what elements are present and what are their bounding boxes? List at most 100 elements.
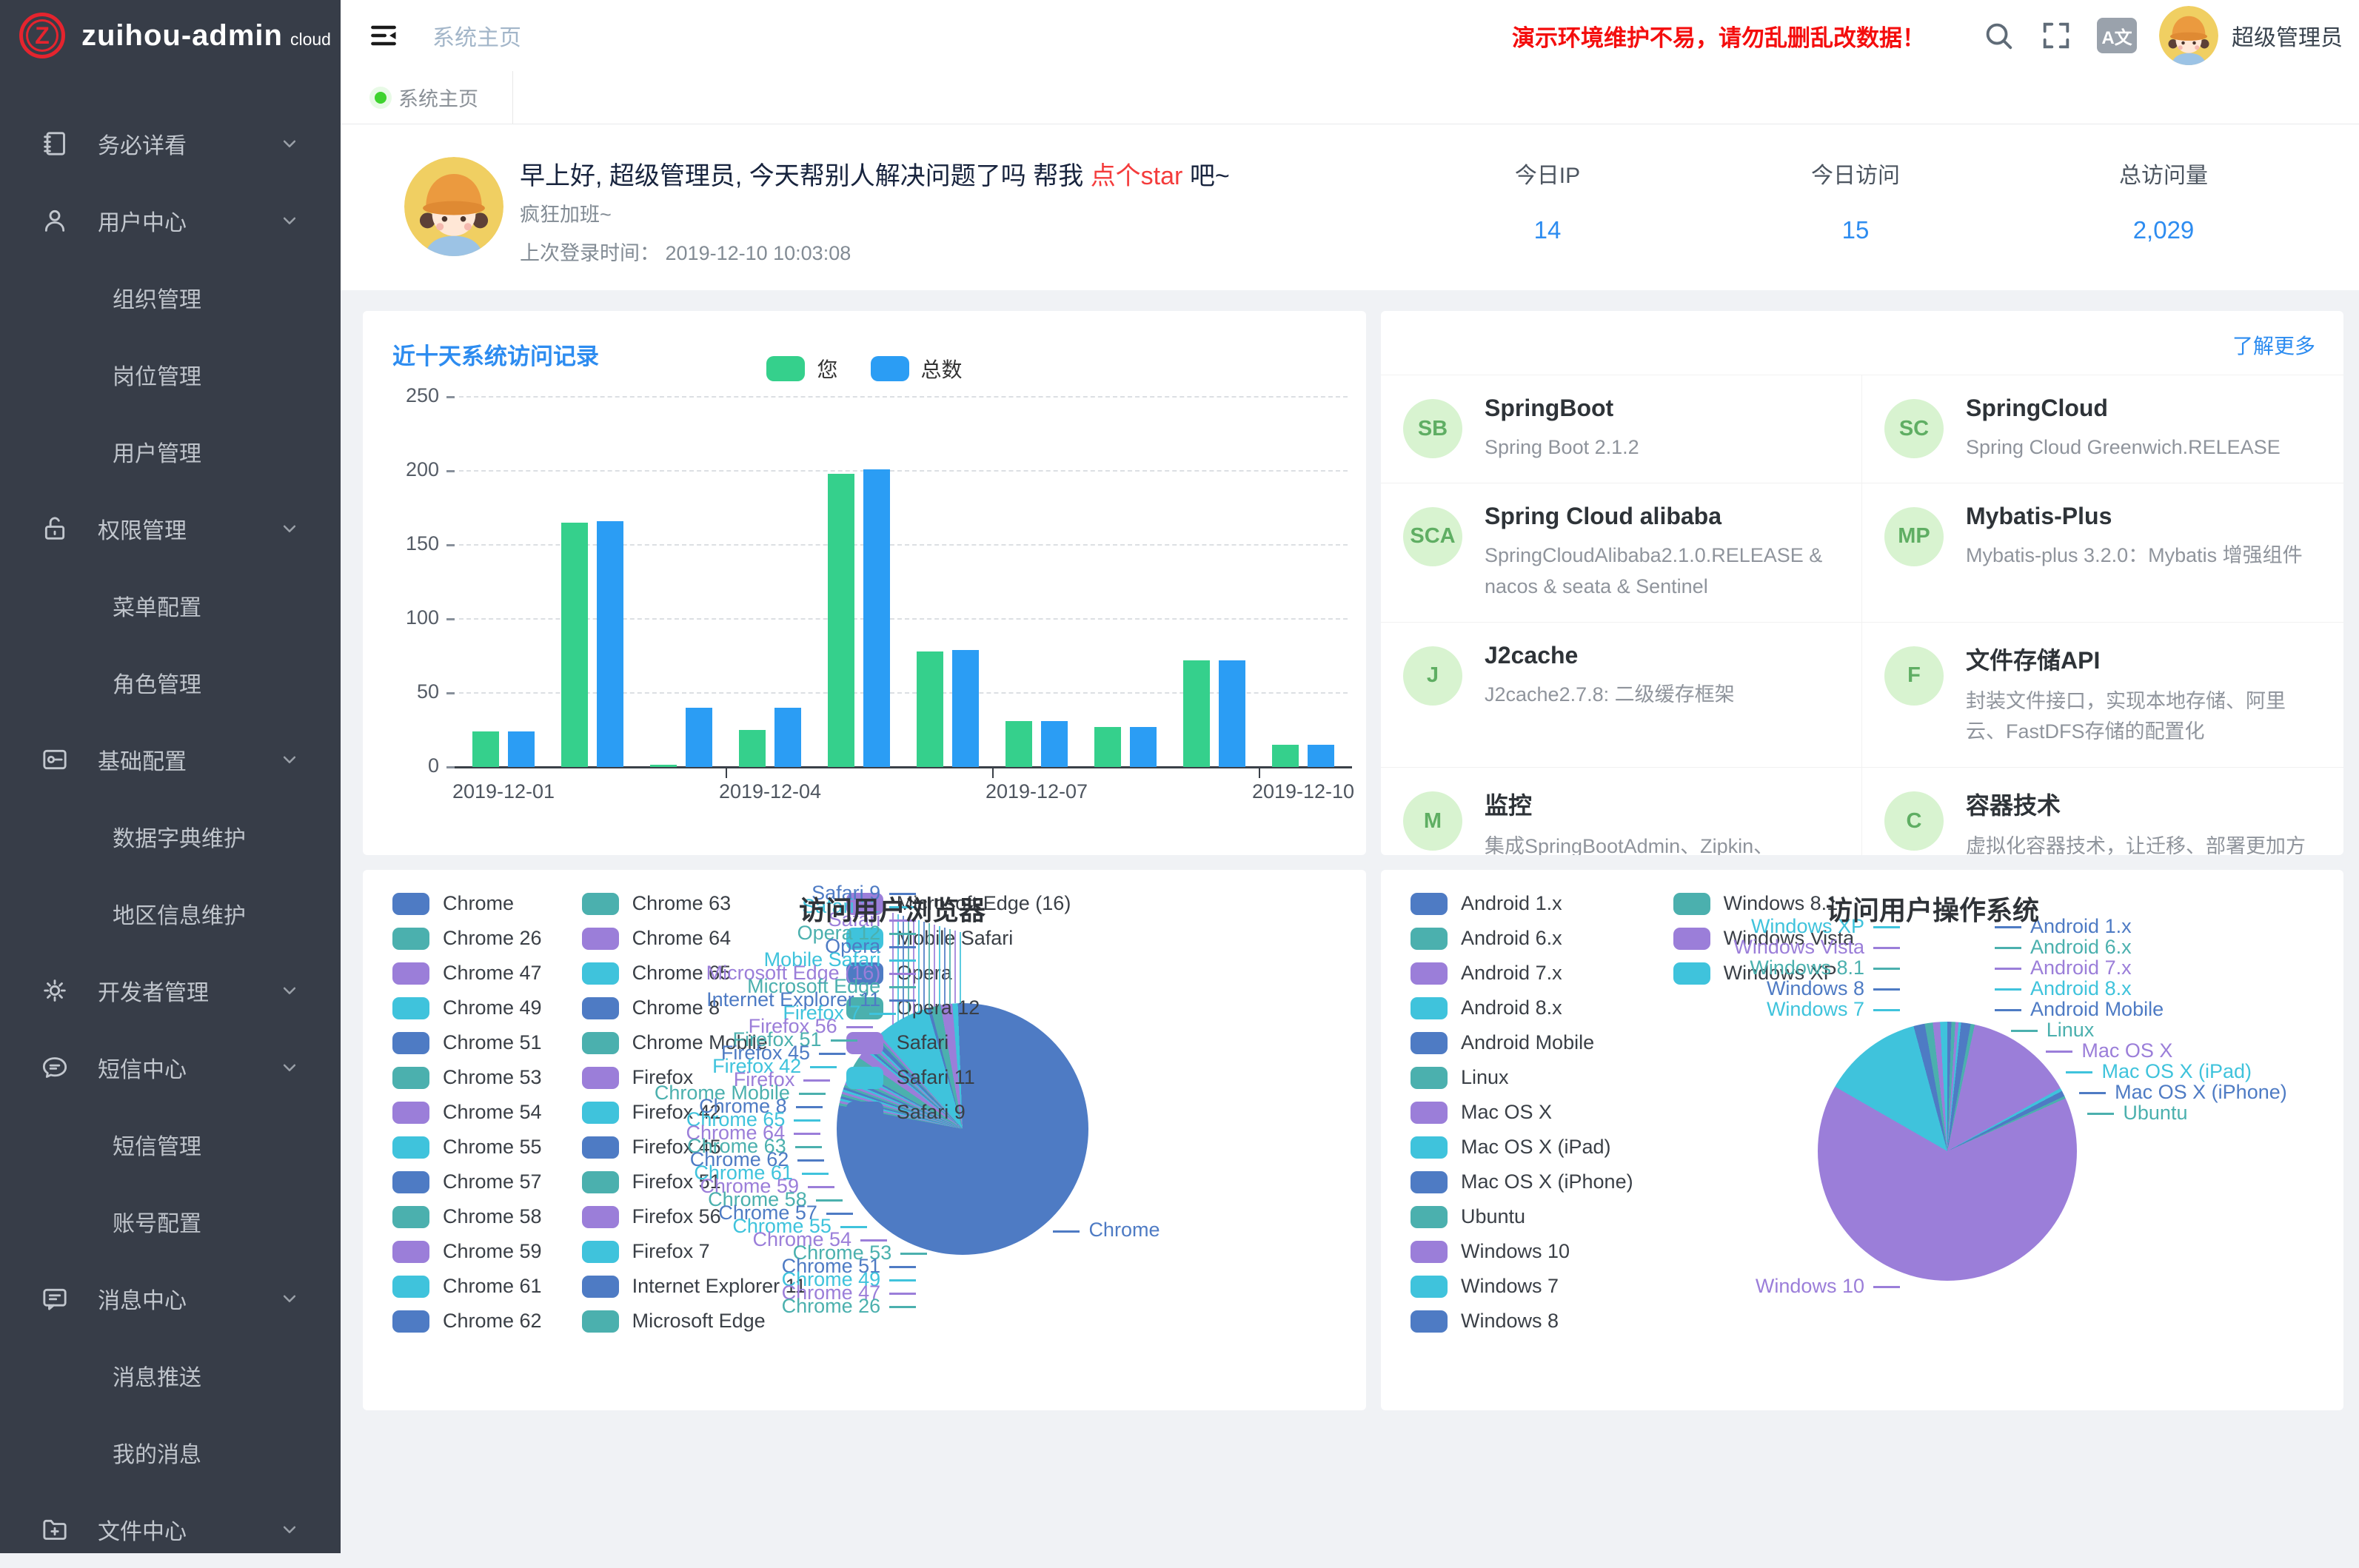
sidebar-item[interactable]: 我的消息 bbox=[0, 1414, 341, 1491]
legend-item[interactable]: Android Mobile bbox=[1411, 1031, 1633, 1054]
legend-item[interactable]: Android 6.x bbox=[1411, 927, 1633, 950]
legend-item[interactable]: Chrome 54 bbox=[392, 1101, 542, 1124]
legend-item[interactable]: Chrome 51 bbox=[392, 1031, 542, 1054]
legend-item[interactable]: Chrome 49 bbox=[392, 996, 542, 1019]
tech-card-desc: Spring Boot 2.1.2 bbox=[1485, 432, 1639, 463]
legend-swatch bbox=[1411, 1206, 1448, 1228]
bar-2019-12-10-总数[interactable] bbox=[1308, 745, 1334, 767]
legend-swatch bbox=[392, 1310, 429, 1333]
search-icon[interactable] bbox=[1981, 19, 2015, 53]
legend-item[interactable]: Mac OS X (iPhone) bbox=[1411, 1170, 1633, 1193]
bar-2019-12-09-总数[interactable] bbox=[1219, 660, 1245, 767]
sidebar-item[interactable]: 文件中心 bbox=[0, 1491, 341, 1568]
legend-item[interactable]: Android 1.x bbox=[1411, 892, 1633, 915]
bar-2019-12-07-总数[interactable] bbox=[1041, 721, 1068, 767]
legend-item[interactable]: Mac OS X (iPad) bbox=[1411, 1136, 1633, 1159]
bar-2019-12-06-总数[interactable] bbox=[952, 650, 979, 767]
legend-item[interactable]: Chrome 53 bbox=[392, 1066, 542, 1089]
legend-item[interactable]: Ubuntu bbox=[1411, 1205, 1633, 1228]
legend-item[interactable]: Chrome 62 bbox=[392, 1310, 542, 1333]
legend-label: Microsoft Edge bbox=[632, 1310, 766, 1333]
legend-item[interactable]: Mac OS X bbox=[1411, 1101, 1633, 1124]
legend-label: Chrome bbox=[443, 892, 514, 915]
bar-2019-12-08-总数[interactable] bbox=[1130, 727, 1157, 767]
current-user-name[interactable]: 超级管理员 bbox=[2232, 19, 2343, 52]
sidebar-item[interactable]: 短信管理 bbox=[0, 1106, 341, 1183]
legend-item[interactable]: Internet Explorer 11 bbox=[582, 1275, 806, 1298]
bar-2019-12-08-您[interactable] bbox=[1094, 727, 1121, 767]
sidebar-collapse-icon[interactable] bbox=[367, 19, 400, 52]
stat-label: 今日访问 bbox=[1702, 157, 2010, 190]
user-avatar-large bbox=[404, 157, 503, 256]
legend-item[interactable]: Chrome 47 bbox=[392, 962, 542, 985]
language-icon[interactable]: A文 bbox=[2097, 18, 2137, 53]
legend-item[interactable]: Safari 11 bbox=[846, 1066, 1071, 1089]
legend-item[interactable]: Safari bbox=[846, 1031, 1071, 1054]
bar-2019-12-05-总数[interactable] bbox=[863, 469, 890, 767]
bar-2019-12-02-您[interactable] bbox=[561, 523, 588, 767]
os-pie-panel: Android 1.x Android 6.x Android 7.x Andr… bbox=[1381, 870, 2343, 1410]
fullscreen-icon[interactable] bbox=[2039, 19, 2073, 53]
legend-item[interactable]: Chrome 59 bbox=[392, 1240, 542, 1263]
bar-2019-12-04-总数[interactable] bbox=[774, 708, 801, 767]
legend-item[interactable]: Chrome 55 bbox=[392, 1136, 542, 1159]
legend-item[interactable]: Windows 7 bbox=[1411, 1275, 1633, 1298]
legend-item[interactable]: Android 8.x bbox=[1411, 996, 1633, 1019]
bar-2019-12-02-总数[interactable] bbox=[597, 521, 623, 767]
bar-2019-12-07-您[interactable] bbox=[1005, 721, 1032, 767]
legend-item[interactable]: Windows 10 bbox=[1411, 1240, 1633, 1263]
bar-chart-legend: 您 总数 bbox=[363, 354, 1366, 383]
legend-item[interactable]: Chrome 61 bbox=[392, 1275, 542, 1298]
sidebar-item[interactable]: 短信中心 bbox=[0, 1029, 341, 1106]
legend-label: Chrome 49 bbox=[443, 996, 542, 1019]
legend-item[interactable]: Chrome 26 bbox=[392, 927, 542, 950]
legend-item[interactable]: Chrome 58 bbox=[392, 1205, 542, 1228]
sidebar-item[interactable]: 账号配置 bbox=[0, 1183, 341, 1260]
legend-item[interactable]: Chrome 63 bbox=[582, 892, 806, 915]
sidebar-item[interactable]: 地区信息维护 bbox=[0, 875, 341, 952]
sidebar-item[interactable]: 权限管理 bbox=[0, 490, 341, 567]
sidebar-item[interactable]: 用户中心 bbox=[0, 182, 341, 259]
learn-more-link[interactable]: 了解更多 bbox=[2232, 330, 2315, 360]
bar-2019-12-03-您[interactable] bbox=[650, 765, 677, 767]
sidebar-item[interactable]: 务必详看 bbox=[0, 105, 341, 182]
legend-item[interactable]: Android 7.x bbox=[1411, 962, 1633, 985]
legend-item[interactable]: Chrome 57 bbox=[392, 1170, 542, 1193]
sidebar-item[interactable]: 数据字典维护 bbox=[0, 798, 341, 875]
sidebar-item[interactable]: 基础配置 bbox=[0, 721, 341, 798]
sidebar-item[interactable]: 角色管理 bbox=[0, 644, 341, 721]
tab-home[interactable]: 系统主页 bbox=[341, 71, 513, 124]
breadcrumb[interactable]: 系统主页 bbox=[432, 19, 521, 52]
sidebar-item[interactable]: 用户管理 bbox=[0, 413, 341, 490]
bar-2019-12-05-您[interactable] bbox=[828, 474, 854, 767]
pie-label: Chrome bbox=[1053, 1219, 1160, 1242]
bar-2019-12-04-您[interactable] bbox=[739, 730, 766, 767]
legend-swatch bbox=[392, 997, 429, 1019]
bar-2019-12-03-总数[interactable] bbox=[686, 708, 712, 767]
avatar[interactable] bbox=[2159, 6, 2218, 65]
legend-item[interactable]: Chrome bbox=[392, 892, 542, 915]
os-pie[interactable] bbox=[1818, 1022, 2077, 1281]
sidebar-item[interactable]: 菜单配置 bbox=[0, 567, 341, 644]
bar-2019-12-09-您[interactable] bbox=[1183, 660, 1210, 767]
sidebar-item[interactable]: 开发者管理 bbox=[0, 952, 341, 1029]
gridline bbox=[459, 396, 1348, 398]
sidebar-item[interactable]: 组织管理 bbox=[0, 259, 341, 336]
legend-item[interactable]: Windows 8 bbox=[1411, 1310, 1633, 1333]
bar-2019-12-06-您[interactable] bbox=[917, 651, 943, 767]
legend-item[interactable]: Chrome 64 bbox=[582, 927, 806, 950]
legend-swatch bbox=[392, 893, 429, 915]
legend-item[interactable]: Safari 9 bbox=[846, 1101, 1071, 1124]
legend-item[interactable]: 总数 bbox=[871, 354, 963, 383]
chevron-down-icon bbox=[278, 133, 301, 155]
bar-2019-12-10-您[interactable] bbox=[1272, 745, 1299, 767]
bar-2019-12-01-总数[interactable] bbox=[508, 731, 535, 767]
sidebar-item[interactable]: 岗位管理 bbox=[0, 336, 341, 413]
sidebar-item[interactable]: 消息推送 bbox=[0, 1337, 341, 1414]
legend-item[interactable]: Microsoft Edge bbox=[582, 1310, 806, 1333]
legend-item[interactable]: 您 bbox=[766, 354, 837, 383]
star-link[interactable]: 点个star bbox=[1091, 162, 1183, 190]
sidebar-item[interactable]: 消息中心 bbox=[0, 1260, 341, 1337]
legend-item[interactable]: Linux bbox=[1411, 1066, 1633, 1089]
bar-2019-12-01-您[interactable] bbox=[472, 731, 499, 767]
